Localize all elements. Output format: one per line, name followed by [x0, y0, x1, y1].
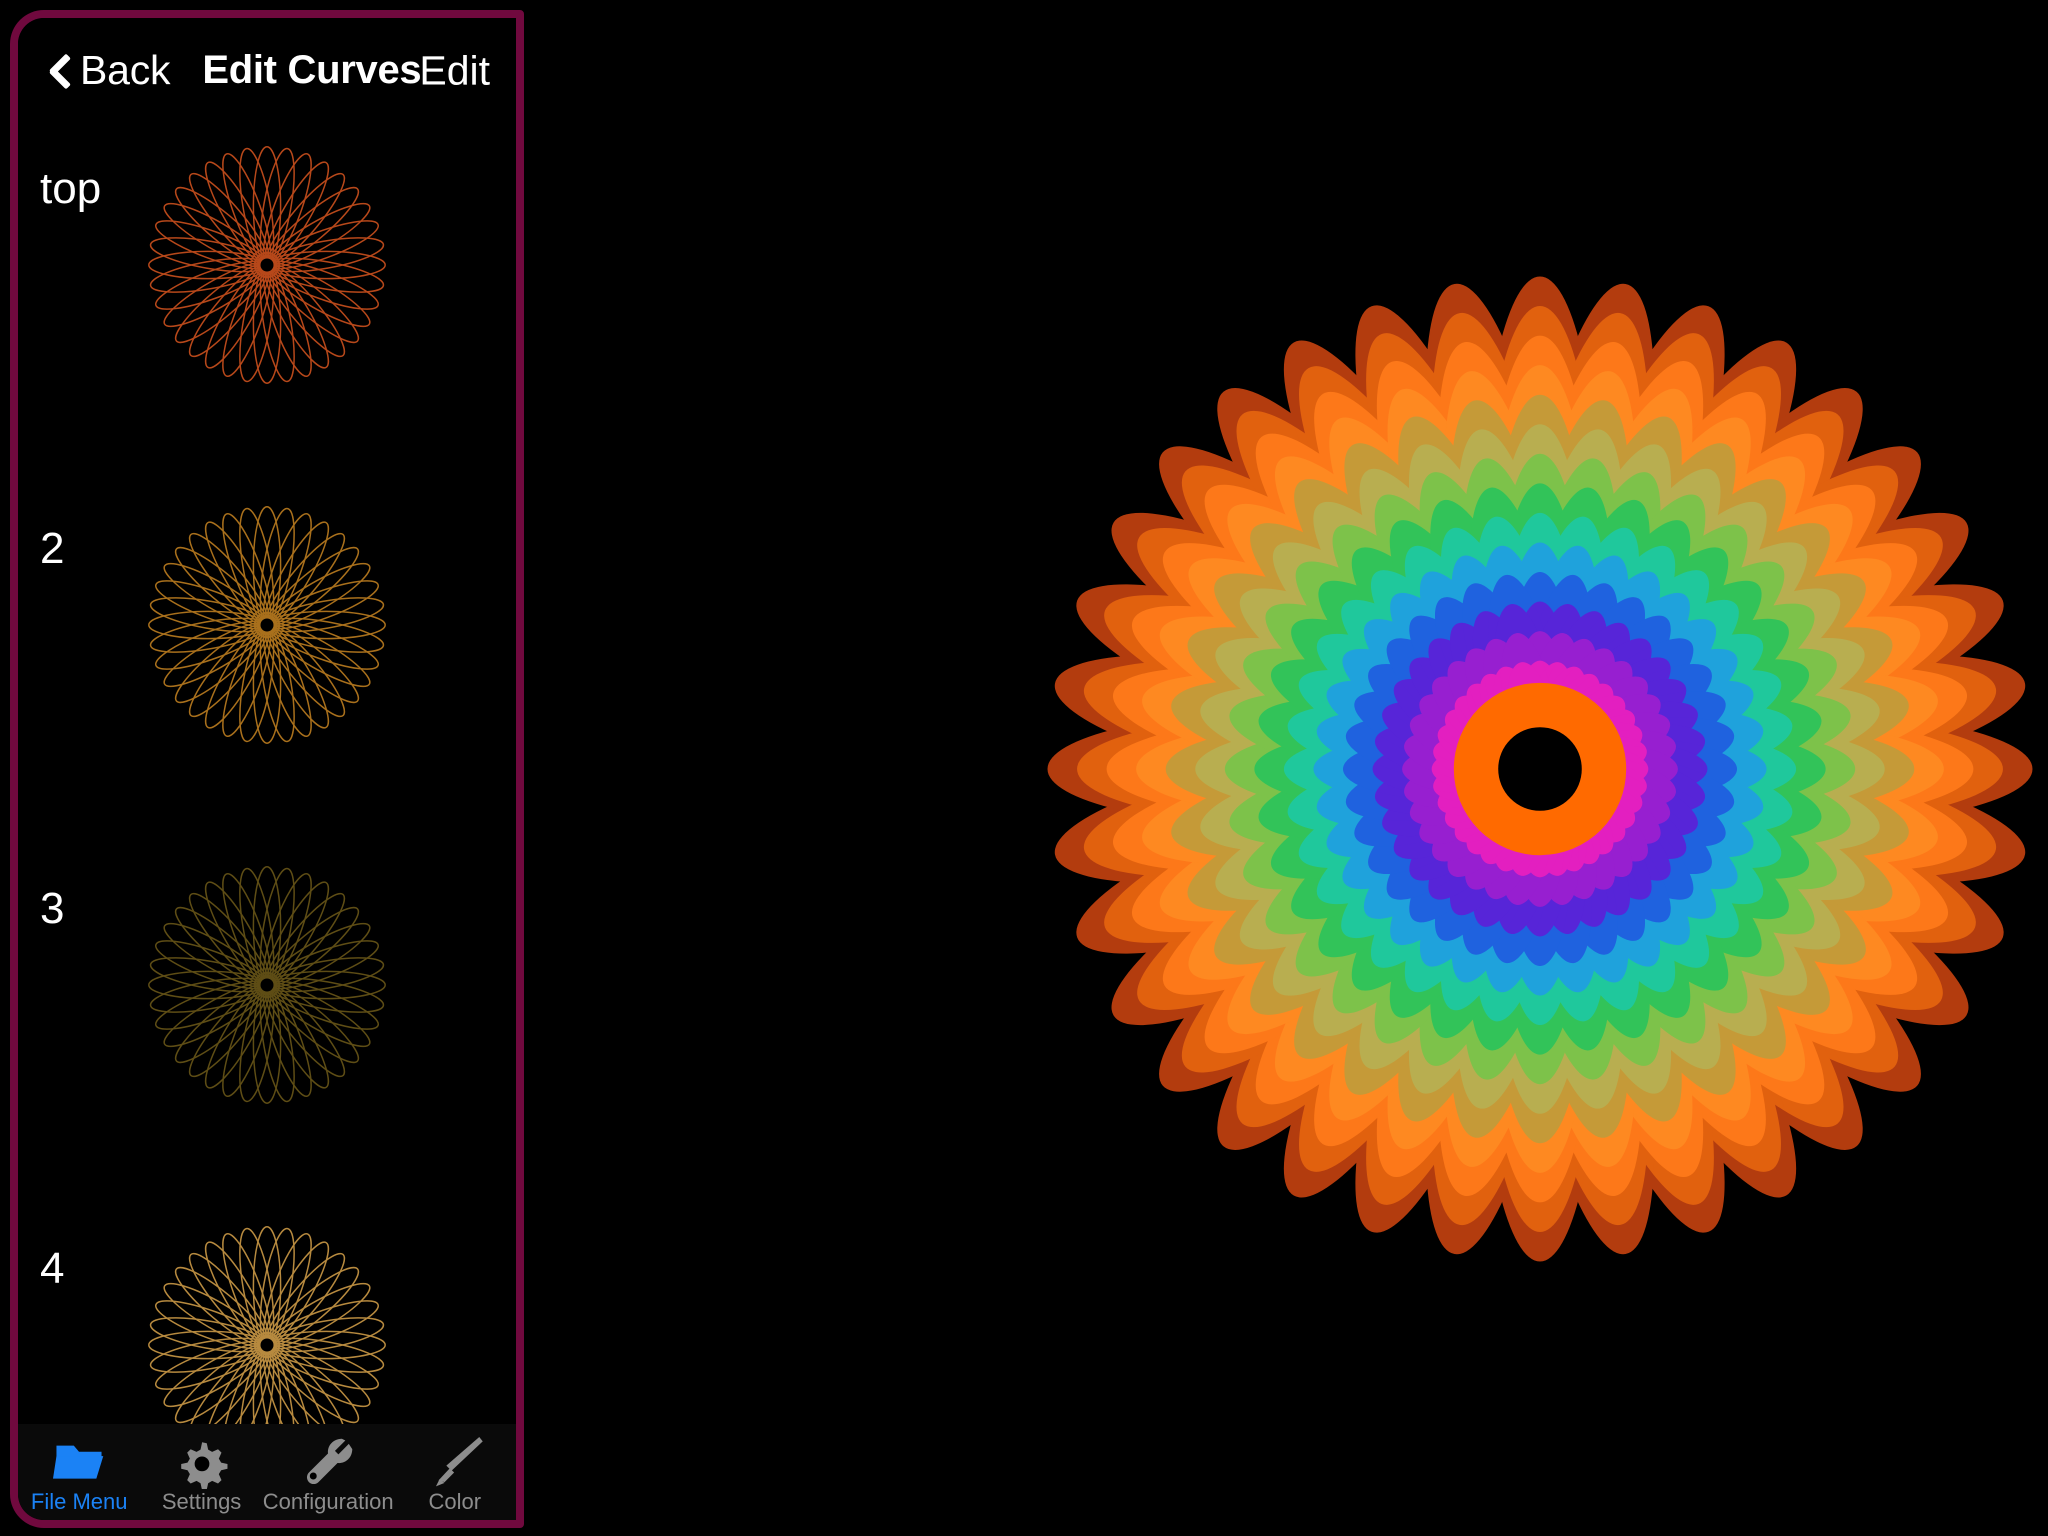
- tab-label: Settings: [161, 1488, 242, 1514]
- center-hole: [260, 1338, 274, 1352]
- curve-item-label: 3: [40, 884, 65, 933]
- curve-list[interactable]: top 2 3 4: [18, 123, 516, 1520]
- app-root: Back Edit Curves Edit top 2 3 4 File Menu Se…: [0, 0, 2048, 1536]
- curve-thumbnail[interactable]: [147, 145, 387, 385]
- canvas-area[interactable]: [532, 0, 2048, 1536]
- main-rosette-figure[interactable]: [1040, 269, 2040, 1269]
- tab-label: Color: [428, 1488, 482, 1514]
- center-hole: [1498, 727, 1582, 811]
- curve-list-item[interactable]: 2: [18, 483, 516, 843]
- back-button[interactable]: Back: [40, 47, 171, 94]
- navigation-bar: Back Edit Curves Edit: [18, 18, 516, 123]
- page-title: Edit Curves: [202, 48, 422, 92]
- rosette-svg: [148, 866, 386, 1104]
- rosette-svg: [1047, 276, 2033, 1262]
- rosette-svg: [148, 146, 386, 384]
- curve-thumbnail[interactable]: [147, 505, 387, 745]
- curve-item-label: 4: [40, 1244, 65, 1293]
- center-hole: [260, 618, 274, 632]
- curve-item-label: 2: [40, 524, 65, 573]
- paintbrush-icon: [435, 1436, 483, 1487]
- center-hole: [260, 258, 274, 272]
- curve-item-label: top: [40, 164, 102, 213]
- tab-settings[interactable]: Settings: [140, 1437, 262, 1520]
- gear-icon: [180, 1442, 228, 1489]
- curve-list-item[interactable]: top: [18, 123, 516, 483]
- wrench-icon: [307, 1438, 353, 1484]
- tab-label: Configuration: [262, 1488, 394, 1514]
- tab-configuration[interactable]: Configuration: [263, 1437, 394, 1520]
- edit-button[interactable]: Edit: [419, 47, 490, 94]
- center-hole: [260, 978, 274, 992]
- curve-list-item[interactable]: 3: [18, 843, 516, 1203]
- rosette-svg: [148, 506, 386, 744]
- folder-icon: [53, 1445, 104, 1479]
- tab-bar: File Menu Settings Configuration Color: [18, 1424, 516, 1520]
- tab-color[interactable]: Color: [394, 1436, 516, 1520]
- curve-thumbnail[interactable]: [147, 865, 387, 1105]
- tab-file-menu[interactable]: File Menu: [18, 1437, 140, 1520]
- chevron-left-icon: [40, 49, 70, 93]
- tab-label: File Menu: [30, 1488, 128, 1514]
- sidebar-panel: Back Edit Curves Edit top 2 3 4 File Menu Se…: [10, 10, 524, 1528]
- back-button-label: Back: [80, 47, 171, 93]
